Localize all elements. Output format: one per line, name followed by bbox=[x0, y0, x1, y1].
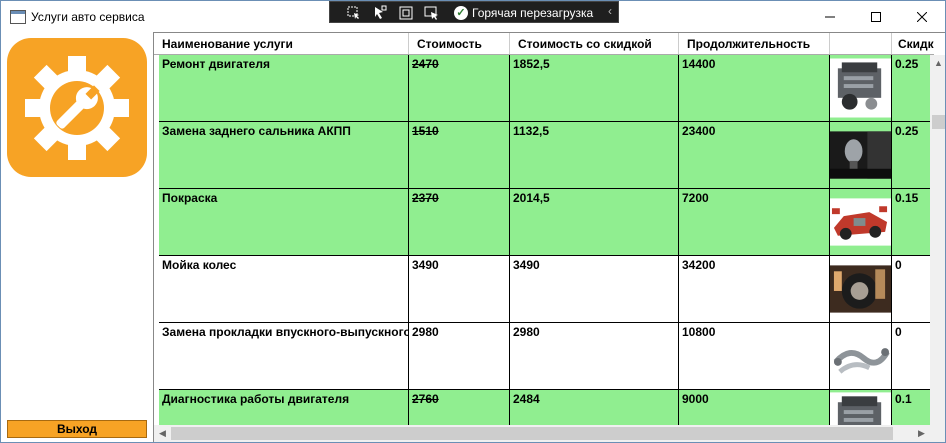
cell-name: Покраска bbox=[159, 189, 409, 255]
cell-cost: 2470 bbox=[409, 55, 510, 121]
cell-duration: 7200 bbox=[679, 189, 830, 255]
close-icon bbox=[917, 11, 927, 22]
vertical-scroll-thumb[interactable] bbox=[932, 115, 945, 129]
services-table: Наименование услуги Стоимость Стоимость … bbox=[153, 32, 945, 442]
cell-duration: 23400 bbox=[679, 122, 830, 188]
hot-reload-label: Горячая перезагрузка bbox=[472, 6, 594, 20]
cell-discounted-cost: 2980 bbox=[510, 323, 679, 389]
cell-discount: 0.15 bbox=[895, 191, 919, 205]
table-row[interactable]: Мойка колес 3490 3490 34200 0 bbox=[159, 256, 934, 323]
title-bar: Услуги авто сервиса ✓ Горячая перезагруз… bbox=[1, 1, 945, 32]
cell-cost: 2370 bbox=[409, 189, 510, 255]
table-row[interactable]: Замена прокладки впускного-выпускного ко… bbox=[159, 323, 934, 390]
header-discounted-cost[interactable]: Стоимость со скидкой bbox=[510, 33, 679, 54]
gearshift-image-icon bbox=[830, 131, 891, 179]
cell-duration: 10800 bbox=[679, 323, 830, 389]
header-name[interactable]: Наименование услуги bbox=[154, 33, 409, 54]
exit-button[interactable]: Выход bbox=[7, 420, 147, 438]
cell-name: Замена прокладки впускного-выпускного ко… bbox=[159, 323, 409, 389]
scroll-up-icon[interactable]: ▲ bbox=[930, 55, 945, 72]
cell-discount: 0.25 bbox=[895, 124, 919, 138]
cell-cost: 3490 bbox=[409, 256, 510, 322]
close-button[interactable] bbox=[899, 1, 945, 32]
cell-cost: 1510 bbox=[409, 122, 510, 188]
xaml-debug-toolbar: ✓ Горячая перезагрузка ‹ bbox=[329, 1, 619, 23]
cell-discount: 0 bbox=[895, 325, 902, 339]
cell-duration: 34200 bbox=[679, 256, 830, 322]
cell-duration: 14400 bbox=[679, 55, 830, 121]
horizontal-scroll-thumb[interactable] bbox=[171, 427, 893, 440]
header-image[interactable] bbox=[830, 33, 892, 54]
display-layout-adorners-icon[interactable] bbox=[398, 5, 414, 21]
cell-name: Ремонт двигателя bbox=[159, 55, 409, 121]
minimize-icon bbox=[825, 16, 835, 17]
live-visual-tree-icon[interactable] bbox=[346, 5, 362, 21]
track-focused-element-icon[interactable] bbox=[424, 5, 440, 21]
scroll-left-icon[interactable]: ◀ bbox=[154, 425, 171, 442]
cell-discount: 0 bbox=[895, 258, 902, 272]
maximize-button[interactable] bbox=[853, 1, 899, 32]
window-title: Услуги авто сервиса bbox=[31, 10, 145, 24]
collapse-toolbar-icon[interactable]: ‹ bbox=[608, 4, 612, 18]
cell-discounted-cost: 3490 bbox=[510, 256, 679, 322]
cell-discount: 0.25 bbox=[895, 57, 919, 71]
engine-image-icon bbox=[830, 58, 891, 118]
minimize-button[interactable] bbox=[807, 1, 853, 32]
cell-discounted-cost: 1132,5 bbox=[510, 122, 679, 188]
cell-discounted-cost: 2014,5 bbox=[510, 189, 679, 255]
header-duration[interactable]: Продолжительность bbox=[679, 33, 830, 54]
manifold-image-icon bbox=[830, 332, 891, 380]
cell-image bbox=[830, 189, 892, 255]
cell-image bbox=[830, 55, 892, 121]
cell-name: Мойка колес bbox=[159, 256, 409, 322]
table-header: Наименование услуги Стоимость Стоимость … bbox=[154, 33, 934, 55]
table-row[interactable]: Ремонт двигателя 2470 1852,5 14400 0.25 bbox=[159, 55, 934, 122]
hot-reload-status[interactable]: ✓ Горячая перезагрузка bbox=[454, 5, 593, 21]
horizontal-scrollbar[interactable]: ◀ ▶ bbox=[154, 425, 930, 442]
select-element-icon[interactable] bbox=[372, 5, 388, 21]
app-window: Услуги авто сервиса ✓ Горячая перезагруз… bbox=[0, 0, 946, 443]
scroll-right-icon[interactable]: ▶ bbox=[913, 425, 930, 442]
cell-image bbox=[830, 256, 892, 322]
header-cost[interactable]: Стоимость bbox=[409, 33, 510, 54]
cell-discounted-cost: 1852,5 bbox=[510, 55, 679, 121]
app-window-icon bbox=[10, 10, 26, 24]
header-discount[interactable]: Скидка bbox=[892, 33, 934, 54]
cell-image bbox=[830, 122, 892, 188]
cell-name: Замена заднего сальника АКПП bbox=[159, 122, 409, 188]
wheel-wash-image-icon bbox=[830, 265, 891, 313]
cell-image bbox=[830, 323, 892, 389]
table-row[interactable]: Замена заднего сальника АКПП 1510 1132,5… bbox=[159, 122, 934, 189]
table-row[interactable]: Покраска 2370 2014,5 7200 0.15 bbox=[159, 189, 934, 256]
cell-cost: 2980 bbox=[409, 323, 510, 389]
scroll-corner bbox=[930, 425, 945, 442]
service-logo bbox=[7, 38, 147, 177]
check-icon: ✓ bbox=[454, 6, 468, 20]
car-parts-image-icon bbox=[830, 198, 891, 246]
gear-wrench-icon bbox=[25, 56, 129, 160]
vertical-scrollbar[interactable]: ▲ bbox=[930, 55, 945, 425]
maximize-icon bbox=[871, 11, 881, 22]
